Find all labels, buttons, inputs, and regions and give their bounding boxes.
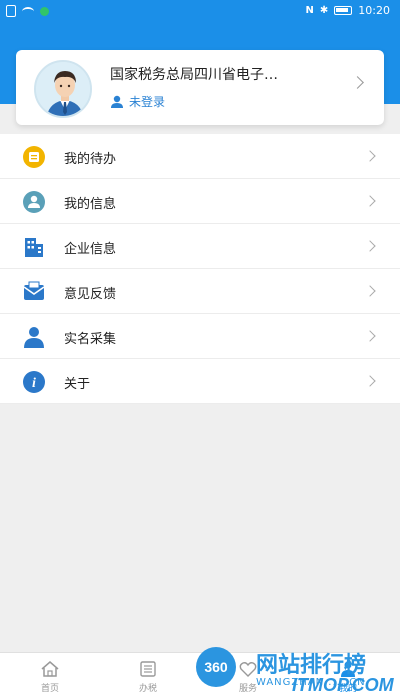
status-right: N ✱ 10:20	[306, 4, 390, 17]
status-bar: N ✱ 10:20	[0, 0, 400, 24]
login-status[interactable]: 未登录	[110, 93, 165, 110]
chevron-right-icon	[364, 285, 376, 297]
todo-icon	[23, 146, 45, 168]
menu-item-feedback[interactable]: 意见反馈	[0, 269, 400, 314]
bluetooth-icon: ✱	[319, 5, 329, 16]
sim-icon	[6, 5, 16, 17]
info-icon: i	[23, 371, 45, 393]
menu-list: 我的待办 我的信息 企业信息 意见反馈 实名采集 i 关于	[0, 134, 400, 404]
tab-label: 首页	[40, 684, 59, 694]
home-icon	[41, 661, 59, 677]
menu-item-about[interactable]: i 关于	[0, 359, 400, 404]
avatar	[34, 60, 92, 118]
menu-item-todo[interactable]: 我的待办	[0, 134, 400, 179]
tab-label: 办税	[138, 684, 157, 694]
chevron-right-icon	[364, 375, 376, 387]
nfc-icon: N	[305, 5, 314, 16]
chevron-right-icon	[351, 76, 364, 89]
wifi-icon	[22, 6, 34, 16]
profile-title: 国家税务总局四川省电子…	[110, 67, 278, 83]
chevron-right-icon	[364, 150, 376, 162]
menu-item-my-info[interactable]: 我的信息	[0, 179, 400, 224]
user-info-icon	[23, 191, 45, 213]
mail-icon	[23, 281, 45, 300]
status-time: 10:20	[358, 4, 390, 17]
menu-label: 实名采集	[64, 332, 117, 347]
menu-label: 我的信息	[64, 197, 117, 212]
battery-icon	[334, 6, 353, 15]
building-icon	[25, 238, 43, 257]
status-left	[6, 5, 49, 17]
notification-icon	[40, 6, 49, 16]
chevron-right-icon	[364, 195, 376, 207]
menu-label: 关于	[64, 377, 91, 392]
list-icon	[140, 661, 156, 677]
watermark: 360 网站排行榜 ITMOP.COM WANGZHAN......CN	[196, 645, 396, 700]
menu-item-company-info[interactable]: 企业信息	[0, 224, 400, 269]
menu-label: 企业信息	[64, 242, 117, 257]
tab-home[interactable]: 首页	[20, 659, 80, 694]
watermark-badge: 360	[196, 647, 236, 687]
svg-text:i: i	[32, 376, 36, 391]
watermark-sub: WANGZHAN......CN	[256, 677, 366, 688]
tab-tax[interactable]: 办税	[118, 659, 178, 694]
menu-label: 我的待办	[64, 152, 117, 167]
person-icon	[24, 327, 44, 348]
menu-item-real-name[interactable]: 实名采集	[0, 314, 400, 359]
user-icon	[111, 95, 123, 108]
chevron-right-icon	[364, 330, 376, 342]
login-label: 未登录	[129, 95, 166, 109]
menu-label: 意见反馈	[64, 287, 117, 302]
chevron-right-icon	[364, 240, 376, 252]
profile-card[interactable]: 国家税务总局四川省电子… 未登录	[16, 50, 384, 125]
